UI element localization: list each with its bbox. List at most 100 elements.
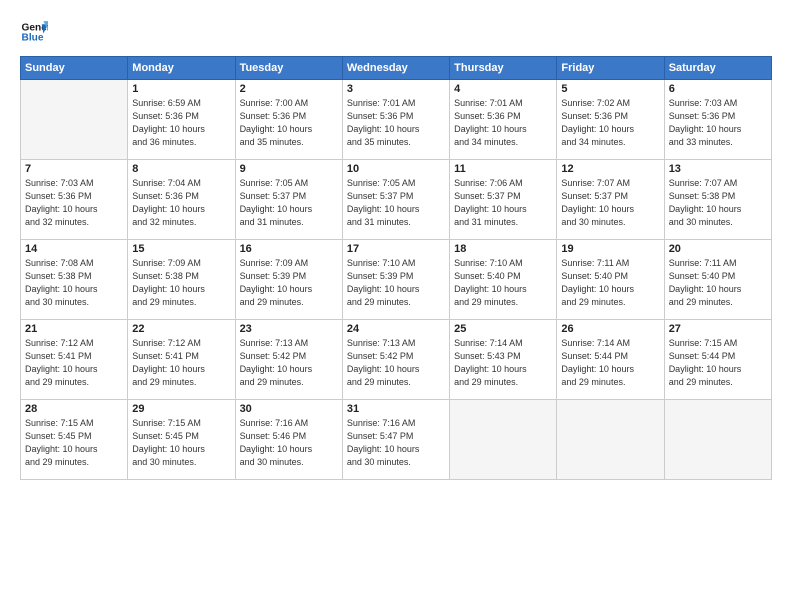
calendar-cell: 15Sunrise: 7:09 AM Sunset: 5:38 PM Dayli…: [128, 240, 235, 320]
calendar-header-row: SundayMondayTuesdayWednesdayThursdayFrid…: [21, 57, 772, 80]
svg-text:Blue: Blue: [22, 33, 44, 44]
day-info: Sunrise: 7:07 AM Sunset: 5:37 PM Dayligh…: [561, 177, 659, 229]
calendar-cell: 9 Sunrise: 7:05 AM Sunset: 5:37 PM Daylig…: [235, 160, 342, 240]
day-number: 20: [669, 243, 767, 255]
day-number: 28: [25, 403, 123, 415]
col-header-saturday: Saturday: [664, 57, 771, 80]
day-info: Sunrise: 7:01 AM Sunset: 5:36 PM Dayligh…: [347, 97, 445, 149]
week-row-4: 21 Sunrise: 7:12 AM Sunset: 5:41 PM Dayli…: [21, 320, 772, 400]
calendar-cell: 21 Sunrise: 7:12 AM Sunset: 5:41 PM Dayli…: [21, 320, 128, 400]
day-info: Sunrise: 7:14 AM Sunset: 5:43 PM Dayligh…: [454, 337, 552, 389]
calendar-cell: [21, 80, 128, 160]
day-number: 2: [240, 83, 338, 95]
day-number: 9: [240, 163, 338, 175]
day-info: Sunrise: 7:15 AM Sunset: 5:45 PM Dayligh…: [132, 417, 230, 469]
day-number: 6: [669, 83, 767, 95]
day-info: Sunrise: 7:05 AM Sunset: 5:37 PM Dayligh…: [240, 177, 338, 229]
page: General Blue SundayMondayTuesdayWednesda…: [0, 0, 792, 612]
day-number: 30: [240, 403, 338, 415]
calendar-cell: [664, 400, 771, 480]
day-number: 4: [454, 83, 552, 95]
calendar-cell: 2 Sunrise: 7:00 AM Sunset: 5:36 PM Daylig…: [235, 80, 342, 160]
calendar-cell: [450, 400, 557, 480]
day-number: 19: [561, 243, 659, 255]
col-header-thursday: Thursday: [450, 57, 557, 80]
calendar-cell: 7 Sunrise: 7:03 AM Sunset: 5:36 PM Daylig…: [21, 160, 128, 240]
day-number: 31: [347, 403, 445, 415]
calendar-table: SundayMondayTuesdayWednesdayThursdayFrid…: [20, 56, 772, 480]
day-info: Sunrise: 7:15 AM Sunset: 5:45 PM Dayligh…: [25, 417, 123, 469]
day-number: 27: [669, 323, 767, 335]
logo-icon: General Blue: [20, 18, 48, 46]
day-info: Sunrise: 7:10 AM Sunset: 5:40 PM Dayligh…: [454, 257, 552, 309]
day-info: Sunrise: 7:11 AM Sunset: 5:40 PM Dayligh…: [669, 257, 767, 309]
day-info: Sunrise: 7:12 AM Sunset: 5:41 PM Dayligh…: [25, 337, 123, 389]
calendar-cell: 25Sunrise: 7:14 AM Sunset: 5:43 PM Dayli…: [450, 320, 557, 400]
calendar-cell: 6Sunrise: 7:03 AM Sunset: 5:36 PM Daylig…: [664, 80, 771, 160]
calendar-cell: 27 Sunrise: 7:15 AM Sunset: 5:44 PM Dayli…: [664, 320, 771, 400]
day-number: 12: [561, 163, 659, 175]
calendar-cell: 28 Sunrise: 7:15 AM Sunset: 5:45 PM Dayli…: [21, 400, 128, 480]
day-number: 5: [561, 83, 659, 95]
calendar-cell: 19Sunrise: 7:11 AM Sunset: 5:40 PM Dayli…: [557, 240, 664, 320]
calendar-cell: 22 Sunrise: 7:12 AM Sunset: 5:41 PM Dayli…: [128, 320, 235, 400]
day-info: Sunrise: 7:09 AM Sunset: 5:39 PM Dayligh…: [240, 257, 338, 309]
calendar-cell: 11Sunrise: 7:06 AM Sunset: 5:37 PM Dayli…: [450, 160, 557, 240]
day-number: 22: [132, 323, 230, 335]
day-number: 23: [240, 323, 338, 335]
calendar-cell: 31 Sunrise: 7:16 AM Sunset: 5:47 PM Dayli…: [342, 400, 449, 480]
calendar-cell: [557, 400, 664, 480]
day-number: 1: [132, 83, 230, 95]
day-number: 3: [347, 83, 445, 95]
col-header-friday: Friday: [557, 57, 664, 80]
calendar-cell: 3 Sunrise: 7:01 AM Sunset: 5:36 PM Daylig…: [342, 80, 449, 160]
day-info: Sunrise: 7:02 AM Sunset: 5:36 PM Dayligh…: [561, 97, 659, 149]
day-info: Sunrise: 7:07 AM Sunset: 5:38 PM Dayligh…: [669, 177, 767, 229]
day-info: Sunrise: 7:01 AM Sunset: 5:36 PM Dayligh…: [454, 97, 552, 149]
day-info: Sunrise: 7:03 AM Sunset: 5:36 PM Dayligh…: [25, 177, 123, 229]
week-row-3: 14Sunrise: 7:08 AM Sunset: 5:38 PM Dayli…: [21, 240, 772, 320]
day-info: Sunrise: 7:09 AM Sunset: 5:38 PM Dayligh…: [132, 257, 230, 309]
day-number: 16: [240, 243, 338, 255]
day-info: Sunrise: 7:00 AM Sunset: 5:36 PM Dayligh…: [240, 97, 338, 149]
calendar-cell: 8Sunrise: 7:04 AM Sunset: 5:36 PM Daylig…: [128, 160, 235, 240]
day-info: Sunrise: 7:13 AM Sunset: 5:42 PM Dayligh…: [240, 337, 338, 389]
day-number: 10: [347, 163, 445, 175]
day-info: Sunrise: 7:13 AM Sunset: 5:42 PM Dayligh…: [347, 337, 445, 389]
calendar-cell: 26Sunrise: 7:14 AM Sunset: 5:44 PM Dayli…: [557, 320, 664, 400]
calendar-cell: 4 Sunrise: 7:01 AM Sunset: 5:36 PM Daylig…: [450, 80, 557, 160]
week-row-1: 1 Sunrise: 6:59 AM Sunset: 5:36 PM Daylig…: [21, 80, 772, 160]
day-number: 18: [454, 243, 552, 255]
day-number: 21: [25, 323, 123, 335]
calendar-cell: 5 Sunrise: 7:02 AM Sunset: 5:36 PM Daylig…: [557, 80, 664, 160]
week-row-5: 28 Sunrise: 7:15 AM Sunset: 5:45 PM Dayli…: [21, 400, 772, 480]
day-number: 17: [347, 243, 445, 255]
calendar-cell: 14Sunrise: 7:08 AM Sunset: 5:38 PM Dayli…: [21, 240, 128, 320]
day-info: Sunrise: 7:16 AM Sunset: 5:47 PM Dayligh…: [347, 417, 445, 469]
day-info: Sunrise: 7:16 AM Sunset: 5:46 PM Dayligh…: [240, 417, 338, 469]
day-info: Sunrise: 7:10 AM Sunset: 5:39 PM Dayligh…: [347, 257, 445, 309]
col-header-sunday: Sunday: [21, 57, 128, 80]
day-info: Sunrise: 6:59 AM Sunset: 5:36 PM Dayligh…: [132, 97, 230, 149]
day-number: 29: [132, 403, 230, 415]
day-info: Sunrise: 7:12 AM Sunset: 5:41 PM Dayligh…: [132, 337, 230, 389]
day-number: 26: [561, 323, 659, 335]
day-number: 14: [25, 243, 123, 255]
calendar-cell: 18 Sunrise: 7:10 AM Sunset: 5:40 PM Dayli…: [450, 240, 557, 320]
calendar-cell: 10 Sunrise: 7:05 AM Sunset: 5:37 PM Dayli…: [342, 160, 449, 240]
week-row-2: 7 Sunrise: 7:03 AM Sunset: 5:36 PM Daylig…: [21, 160, 772, 240]
day-number: 13: [669, 163, 767, 175]
day-info: Sunrise: 7:05 AM Sunset: 5:37 PM Dayligh…: [347, 177, 445, 229]
calendar-cell: 24Sunrise: 7:13 AM Sunset: 5:42 PM Dayli…: [342, 320, 449, 400]
day-info: Sunrise: 7:15 AM Sunset: 5:44 PM Dayligh…: [669, 337, 767, 389]
day-number: 7: [25, 163, 123, 175]
calendar-cell: 16 Sunrise: 7:09 AM Sunset: 5:39 PM Dayli…: [235, 240, 342, 320]
calendar-cell: 1 Sunrise: 6:59 AM Sunset: 5:36 PM Daylig…: [128, 80, 235, 160]
col-header-wednesday: Wednesday: [342, 57, 449, 80]
col-header-monday: Monday: [128, 57, 235, 80]
calendar-cell: 20 Sunrise: 7:11 AM Sunset: 5:40 PM Dayli…: [664, 240, 771, 320]
logo: General Blue: [20, 18, 52, 46]
calendar-cell: 23 Sunrise: 7:13 AM Sunset: 5:42 PM Dayli…: [235, 320, 342, 400]
day-info: Sunrise: 7:06 AM Sunset: 5:37 PM Dayligh…: [454, 177, 552, 229]
calendar-cell: 30 Sunrise: 7:16 AM Sunset: 5:46 PM Dayli…: [235, 400, 342, 480]
